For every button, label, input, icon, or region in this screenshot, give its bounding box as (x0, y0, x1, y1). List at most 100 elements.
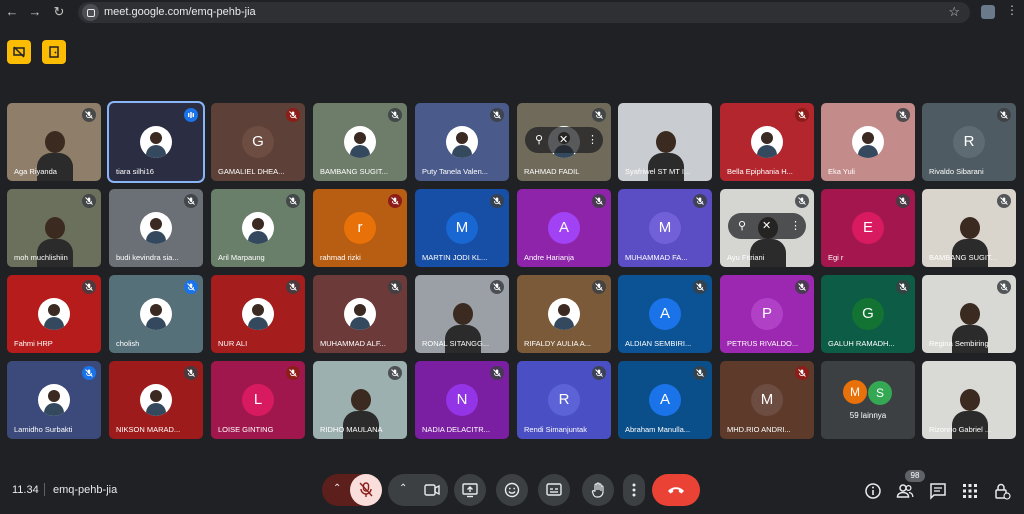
participant-tile[interactable]: budi kevindra sia... (109, 189, 203, 267)
participant-tile[interactable]: ⚲ ✕ ⋮ Ayu Fitriani (720, 189, 814, 267)
participant-tile[interactable]: M MHD.RIO ANDRI... (720, 361, 814, 439)
participant-tile[interactable]: R Rivaldo Sibarani (922, 103, 1016, 181)
participant-tile[interactable]: RONAL SITANGG... (415, 275, 509, 353)
reactions-button[interactable] (496, 474, 528, 506)
participant-count-badge: 98 (905, 470, 925, 482)
raise-hand-button[interactable] (582, 474, 614, 506)
more-participants-tile[interactable]: M S 59 lainnya (821, 361, 915, 439)
participant-tile[interactable]: M MARTIN JODI KL... (415, 189, 509, 267)
mic-off-icon (997, 280, 1011, 294)
forward-icon[interactable]: → (26, 3, 44, 21)
participant-tile[interactable]: A Andre Harianja (517, 189, 611, 267)
mic-off-icon (388, 280, 402, 294)
microphone-control: ⌃ (322, 474, 382, 506)
participant-tile[interactable]: BAMBANG SUGIT... (922, 189, 1016, 267)
mute-icon[interactable]: ✕ (762, 219, 771, 232)
participant-tile[interactable]: Lamidho Surbakti (7, 361, 101, 439)
participant-tile[interactable]: Rizonrio Gabriel ... (922, 361, 1016, 439)
participant-tile[interactable]: R Rendi Simanjuntak (517, 361, 611, 439)
mic-off-icon (997, 108, 1011, 122)
participant-tile[interactable]: Puty Tanela Valen... (415, 103, 509, 181)
participant-avatar: A (548, 212, 580, 244)
participant-name: BAMBANG SUGIT... (320, 167, 388, 176)
participant-tile[interactable]: cholish (109, 275, 203, 353)
mic-off-icon (82, 280, 96, 294)
participant-tile[interactable]: BAMBANG SUGIT... (313, 103, 407, 181)
participant-tile[interactable]: NIKSON MARAD... (109, 361, 203, 439)
participant-tile[interactable]: Fahmi HRP (7, 275, 101, 353)
mic-off-icon (184, 280, 198, 294)
leave-call-button[interactable] (652, 474, 700, 506)
mic-off-icon (693, 366, 707, 380)
mic-off-icon (490, 366, 504, 380)
captions-button[interactable] (538, 474, 570, 506)
mic-off-icon (592, 366, 606, 380)
participant-tile[interactable]: r rahmad rizki (313, 189, 407, 267)
presentation-icon[interactable] (7, 40, 31, 64)
meeting-controls-bar: 11.34 emq-pehb-jia ⌃ ⌃ (0, 466, 1024, 514)
participant-tile[interactable]: G GALUH RAMADH... (821, 275, 915, 353)
pin-icon[interactable]: ⚲ (535, 133, 543, 146)
mic-off-icon (795, 108, 809, 122)
mic-off-icon (997, 194, 1011, 208)
participant-tile[interactable]: Aga Riyanda (7, 103, 101, 181)
browser-toolbar: ← → ↻ meet.google.com/emq-pehb-jia ☆ ⋮ (0, 0, 1024, 26)
participant-tile[interactable]: M MUHAMMAD FA... (618, 189, 712, 267)
door-icon[interactable] (42, 40, 66, 64)
participant-tile[interactable]: L LOISE GINTING (211, 361, 305, 439)
participant-tile[interactable]: Syafriwel ST MT I... (618, 103, 712, 181)
mic-off-icon (795, 194, 809, 208)
people-icon[interactable] (896, 482, 914, 500)
participant-tile[interactable]: Eka Yuli (821, 103, 915, 181)
participant-tile[interactable]: Regina Sembiring (922, 275, 1016, 353)
participant-name: GAMALIEL DHEA... (218, 167, 285, 176)
participant-tile[interactable]: RIDHO MAULANA (313, 361, 407, 439)
activities-icon[interactable] (961, 482, 979, 500)
present-screen-button[interactable] (454, 474, 486, 506)
more-vert-icon[interactable]: ⋮ (587, 133, 598, 146)
pin-icon[interactable]: ⚲ (738, 219, 746, 232)
participant-tile[interactable]: G GAMALIEL DHEA... (211, 103, 305, 181)
participant-avatar (242, 212, 274, 244)
more-vert-icon[interactable]: ⋮ (790, 219, 801, 232)
reload-icon[interactable]: ↻ (50, 3, 68, 21)
mic-off-icon (795, 366, 809, 380)
extension-icon[interactable] (981, 5, 995, 19)
host-controls-icon[interactable] (993, 482, 1011, 500)
site-info-icon[interactable] (82, 4, 99, 21)
participant-avatar: G (852, 298, 884, 330)
back-icon[interactable]: ← (3, 3, 21, 21)
mic-toggle-button[interactable] (350, 474, 382, 506)
mute-icon[interactable]: ✕ (559, 133, 568, 146)
participant-tile[interactable]: moh muchlishiin (7, 189, 101, 267)
mic-off-icon (82, 194, 96, 208)
participant-name: Andre Harianja (524, 253, 575, 262)
chat-icon[interactable] (929, 482, 947, 500)
participant-name: ALDIAN SEMBIRI... (625, 339, 692, 348)
audio-options-chevron-icon[interactable]: ⌃ (333, 483, 341, 494)
participant-tile[interactable]: Bella Epiphania H... (720, 103, 814, 181)
participant-tile[interactable]: P PETRUS RIVALDO... (720, 275, 814, 353)
participant-tile[interactable]: A ALDIAN SEMBIRI... (618, 275, 712, 353)
participant-tile[interactable]: NUR ALI (211, 275, 305, 353)
participant-tile[interactable]: Aril Marpaung (211, 189, 305, 267)
browser-menu-icon[interactable]: ⋮ (1006, 3, 1018, 17)
meeting-details-icon[interactable] (864, 482, 882, 500)
participant-tile[interactable]: N NADIA DELACITR... (415, 361, 509, 439)
participant-name: MARTIN JODI KL... (422, 253, 488, 262)
participant-name: Eka Yuli (828, 167, 855, 176)
video-options-chevron-icon[interactable]: ⌃ (399, 483, 407, 494)
more-options-button[interactable] (623, 474, 645, 506)
participant-name: GALUH RAMADH... (828, 339, 895, 348)
participant-avatar (242, 298, 274, 330)
participant-avatar (140, 126, 172, 158)
address-bar[interactable]: meet.google.com/emq-pehb-jia ☆ (78, 2, 970, 23)
participant-tile[interactable]: MUHAMMAD ALF... (313, 275, 407, 353)
bookmark-star-icon[interactable]: ☆ (948, 4, 960, 20)
participant-tile[interactable]: A Abraham Manulla... (618, 361, 712, 439)
participant-tile[interactable]: tiara silhi16 (109, 103, 203, 181)
participant-tile[interactable]: ⚲ ✕ ⋮ RAHMAD FADIL (517, 103, 611, 181)
participant-tile[interactable]: E Egi r (821, 189, 915, 267)
participant-tile[interactable]: RIFALDY AULIA A... (517, 275, 611, 353)
camera-toggle-button[interactable] (416, 474, 448, 506)
